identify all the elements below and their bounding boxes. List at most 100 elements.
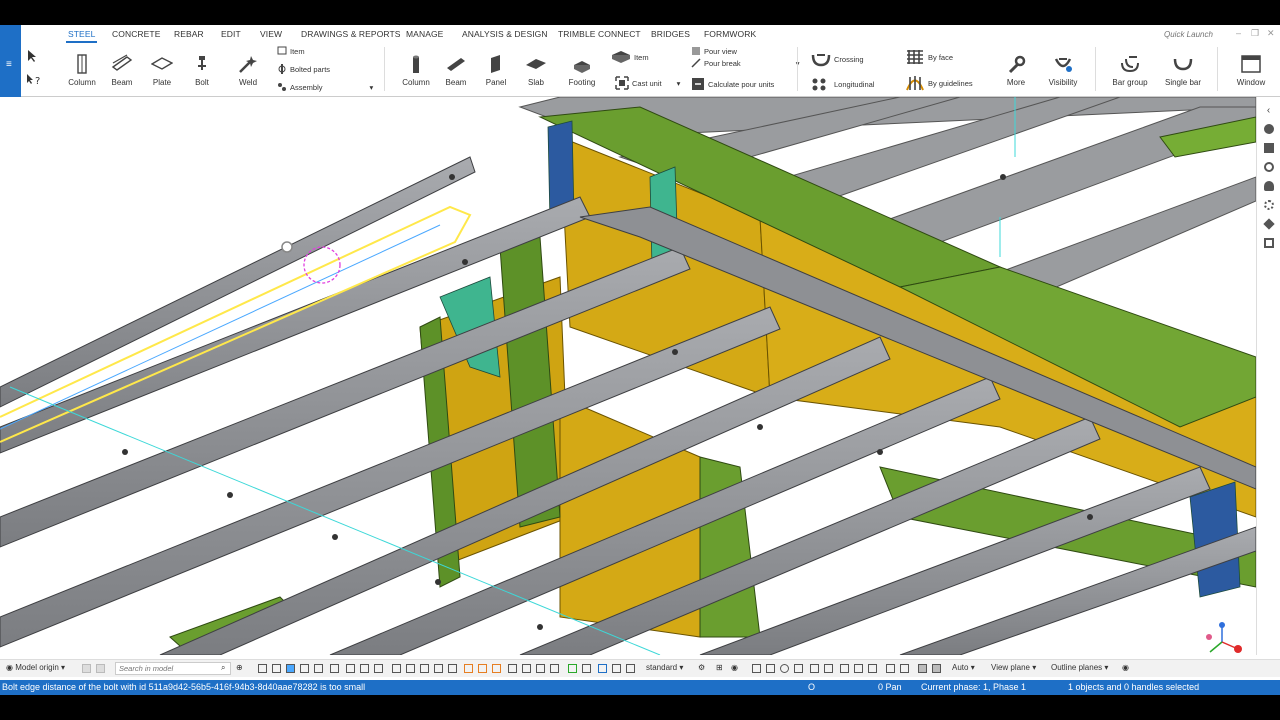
snap-tool-icon[interactable]: [392, 664, 401, 673]
snap-option-icon[interactable]: [810, 664, 819, 673]
pour-view-button[interactable]: Pour view: [691, 46, 737, 56]
snap-option-icon[interactable]: [868, 664, 877, 673]
snap-option-icon[interactable]: [780, 664, 789, 673]
snap-tool-icon[interactable]: [478, 664, 487, 673]
layers-icon[interactable]: [1263, 143, 1274, 153]
select-tool-icon[interactable]: [374, 664, 383, 673]
concrete-beam-button[interactable]: Beam: [441, 45, 471, 95]
property-icon[interactable]: [1263, 124, 1274, 134]
concrete-item-button[interactable]: Item: [611, 50, 649, 64]
bolt-button[interactable]: Bolt: [189, 45, 215, 95]
concrete-column-button[interactable]: Column: [399, 45, 433, 95]
window-button[interactable]: Window: [1231, 45, 1271, 95]
tab-analysis-design[interactable]: ANALYSIS & DESIGN: [462, 29, 548, 39]
origin-option-icon[interactable]: [82, 664, 91, 673]
tab-steel[interactable]: STEEL: [65, 29, 98, 43]
steel-item-button[interactable]: Item: [277, 46, 305, 56]
tab-edit[interactable]: EDIT: [221, 29, 241, 39]
snap-tool-icon[interactable]: [420, 664, 429, 673]
snap-tool-icon[interactable]: [522, 664, 531, 673]
snap-tool-icon[interactable]: [434, 664, 443, 673]
select-tool-icon[interactable]: [272, 664, 281, 673]
settings-icon[interactable]: [1263, 200, 1274, 210]
origin-option-icon[interactable]: [96, 664, 105, 673]
cloud-icon[interactable]: [1263, 181, 1274, 191]
visibility-button[interactable]: Visibility: [1043, 45, 1083, 95]
snap-option-icon[interactable]: [854, 664, 863, 673]
tab-trimble-connect[interactable]: TRIMBLE CONNECT: [558, 29, 641, 39]
steel-model-3d[interactable]: [0, 97, 1256, 655]
more-button[interactable]: More: [1001, 45, 1031, 95]
select-tool-icon[interactable]: [330, 664, 339, 673]
model-viewport[interactable]: [0, 97, 1256, 655]
snap-tool-icon[interactable]: [536, 664, 545, 673]
snap-tool-icon[interactable]: [626, 664, 635, 673]
tab-concrete[interactable]: CONCRETE: [112, 29, 161, 39]
snap-option-icon[interactable]: [840, 664, 849, 673]
cube-icon[interactable]: [1262, 218, 1275, 230]
snap-option-icon[interactable]: [932, 664, 941, 673]
snap-tool-icon[interactable]: [568, 664, 577, 673]
gear-icon[interactable]: ⚙: [698, 663, 705, 672]
minimize-icon[interactable]: –: [1236, 28, 1241, 38]
select-tool-icon[interactable]: [258, 664, 267, 673]
assembly-button[interactable]: Assembly ▾: [277, 82, 373, 92]
tab-drawings-reports[interactable]: DRAWINGS & REPORTS: [301, 29, 401, 39]
crossing-button[interactable]: Crossing: [811, 51, 864, 67]
view-axis-gizmo[interactable]: [1206, 622, 1242, 653]
components-icon[interactable]: [1263, 238, 1274, 248]
view-plane-dropdown[interactable]: View plane ▾: [991, 663, 1036, 672]
snap-option-icon[interactable]: [752, 664, 761, 673]
visibility-toggle-icon[interactable]: ◉: [1122, 663, 1129, 672]
steel-group-dropdown-icon[interactable]: ▾: [370, 83, 374, 92]
view-mode-dropdown[interactable]: standard ▾: [646, 663, 683, 672]
by-guidelines-button[interactable]: By guidelines: [905, 75, 973, 91]
snap-option-icon[interactable]: [766, 664, 775, 673]
cast-unit-button[interactable]: Cast unit ▾: [615, 76, 680, 90]
select-tool-icon[interactable]: [286, 664, 295, 673]
search-model-input[interactable]: [115, 662, 231, 675]
search-icon[interactable]: ⌕: [221, 663, 225, 673]
snap-tool-icon[interactable]: [598, 664, 607, 673]
snap-tool-icon[interactable]: [406, 664, 415, 673]
outline-planes-dropdown[interactable]: Outline planes ▾: [1051, 663, 1108, 672]
globe-icon[interactable]: [1263, 162, 1274, 172]
pick-icon[interactable]: ⊞: [716, 663, 723, 672]
bolted-parts-button[interactable]: Bolted parts: [277, 64, 330, 74]
snap-option-icon[interactable]: [886, 664, 895, 673]
snap-tool-icon[interactable]: [448, 664, 457, 673]
weld-button[interactable]: Weld: [233, 45, 263, 95]
zoom-icon[interactable]: ⊕: [236, 663, 243, 672]
snap-option-icon[interactable]: [794, 664, 803, 673]
slab-button[interactable]: Slab: [521, 45, 551, 95]
restore-icon[interactable]: ❐: [1251, 28, 1259, 39]
select-tool-icon[interactable]: [346, 664, 355, 673]
snap-option-icon[interactable]: [918, 664, 927, 673]
select-tool-icon[interactable]: [360, 664, 369, 673]
snap-tool-icon[interactable]: [464, 664, 473, 673]
tab-rebar[interactable]: REBAR: [174, 29, 204, 39]
help-select-icon[interactable]: ?: [25, 73, 47, 87]
cast-unit-dropdown-icon[interactable]: ▾: [677, 79, 681, 88]
select-arrow-icon[interactable]: [25, 49, 39, 63]
steel-plate-button[interactable]: Plate: [147, 45, 177, 95]
footing-button[interactable]: Footing: [565, 45, 599, 95]
longitudinal-button[interactable]: Longitudinal: [811, 77, 874, 91]
snap-tool-icon[interactable]: [492, 664, 501, 673]
select-tool-icon[interactable]: [300, 664, 309, 673]
tab-formwork[interactable]: FORMWORK: [704, 29, 756, 39]
snap-option-icon[interactable]: [824, 664, 833, 673]
collapse-panel-icon[interactable]: ‹: [1257, 105, 1280, 116]
snap-option-icon[interactable]: [900, 664, 909, 673]
pour-break-button[interactable]: Pour break▾: [691, 58, 799, 68]
tab-manage[interactable]: MANAGE: [406, 29, 443, 39]
select-tool-icon[interactable]: [314, 664, 323, 673]
panel-button[interactable]: Panel: [481, 45, 511, 95]
snap-tool-icon[interactable]: [508, 664, 517, 673]
single-bar-button[interactable]: Single bar: [1161, 45, 1205, 95]
file-menu-strip[interactable]: ≡: [0, 25, 21, 97]
tab-bridges[interactable]: BRIDGES: [651, 29, 690, 39]
eye-icon[interactable]: ◉: [731, 663, 738, 672]
tab-view[interactable]: VIEW: [260, 29, 282, 39]
calculate-pour-units-button[interactable]: Calculate pour units: [691, 77, 774, 91]
